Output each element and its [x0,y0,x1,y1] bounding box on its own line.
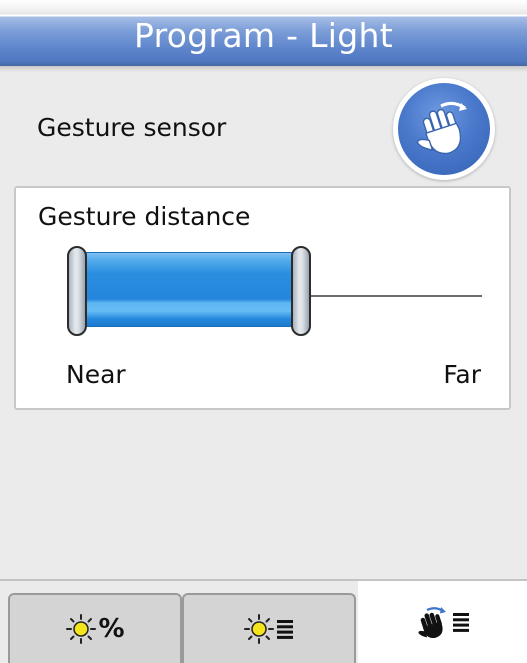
distance-slider-max-handle[interactable] [291,246,311,336]
distance-slider-fill [80,252,303,327]
title-shadow [0,66,527,72]
hand-wave-icon [416,101,467,155]
distance-slider-min-handle[interactable] [67,246,87,336]
gesture-distance-title: Gesture distance [38,202,251,231]
far-label: Far [443,360,481,389]
list-icon [277,620,293,639]
bottom-tab-bar: % [0,579,527,663]
sun-icon [66,614,97,644]
page-title: Program - Light [134,16,393,55]
sun-icon [244,614,274,644]
gesture-distance-panel: Gesture distance Near Far [14,186,511,410]
gesture-hand-icon [417,607,446,639]
sun-percent-icon: % [65,613,125,645]
near-label: Near [66,360,126,389]
percent-symbol: % [98,614,125,644]
tab-gesture[interactable] [358,581,527,663]
gesture-sensor-button[interactable] [393,78,495,180]
tab-brightness[interactable]: % [8,593,182,663]
sun-list-icon [243,613,295,645]
gesture-list-icon [415,604,471,640]
gesture-sensor-label: Gesture sensor [37,113,227,142]
title-bar: Program - Light [0,0,527,66]
list-icon [452,613,469,632]
tab-light-program[interactable] [182,593,356,663]
distance-slider-track[interactable] [306,295,482,297]
